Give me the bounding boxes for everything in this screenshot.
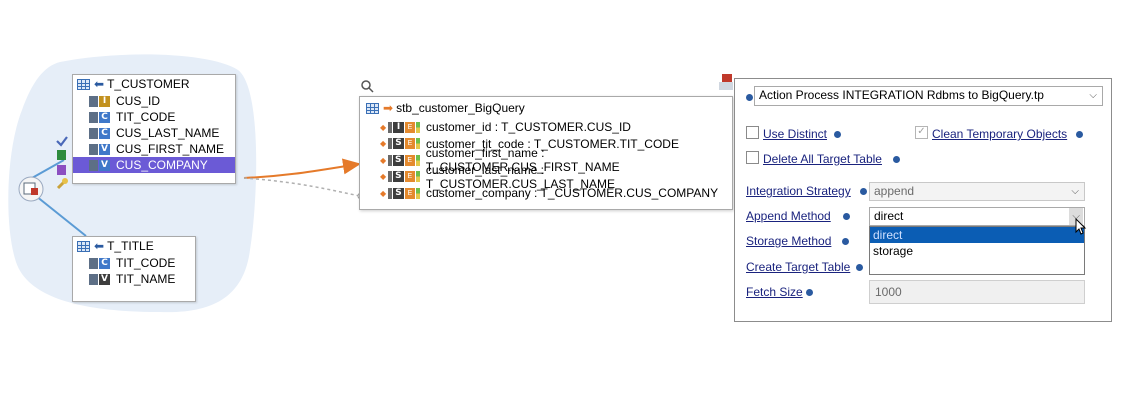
column-name: TIT_CODE <box>116 256 176 270</box>
dropdown-option-direct[interactable]: direct <box>870 227 1084 243</box>
mapped-marker-icon: ◆ <box>380 122 387 132</box>
delete-all-checkbox[interactable] <box>746 151 759 164</box>
search-icon <box>361 80 371 90</box>
info-icon <box>856 264 863 271</box>
target-column-icons: IE <box>388 121 420 133</box>
info-icon <box>843 213 850 220</box>
column-row[interactable]: I CUS_ID <box>73 93 235 109</box>
create-target-label[interactable]: Create Target Table <box>746 260 850 274</box>
fetch-size-input[interactable]: 1000 <box>869 280 1085 304</box>
source-table-title[interactable]: ⬅ T_TITLE C TIT_CODE V TIT_NAME <box>72 236 196 302</box>
table-icon <box>366 102 379 114</box>
table-icon <box>77 240 90 252</box>
dotted-link <box>243 177 361 197</box>
target-column-icons: SE <box>388 138 420 150</box>
target-column-row[interactable]: ◆ I E customer_id : T_CUSTOMER.CUS_ID <box>360 119 732 136</box>
column-type-icon: V <box>89 159 110 171</box>
info-icon <box>746 94 753 101</box>
column-name: TIT_CODE <box>116 110 176 124</box>
info-icon <box>1076 131 1083 138</box>
table-header: ⬅ T_CUSTOMER <box>73 75 235 93</box>
use-distinct-label[interactable]: Use Distinct <box>763 127 827 141</box>
info-icon <box>842 238 849 245</box>
target-column-row[interactable]: ◆ S Ecustomer_last_name : T_CUSTOMER.CUS_L… <box>360 163 732 191</box>
column-name: CUS_ID <box>116 94 161 108</box>
clean-temp-label[interactable]: Clean Temporary Objects <box>932 127 1067 141</box>
process-template-value: Action Process INTEGRATION Rdbms to BigQ… <box>759 88 1044 102</box>
integration-strategy-value: append <box>874 184 915 198</box>
use-distinct-checkbox[interactable] <box>746 126 759 139</box>
integration-icon <box>719 74 733 90</box>
append-method-value: direct <box>874 209 904 223</box>
column-row[interactable]: V CUS_FIRST_NAME <box>73 141 235 157</box>
column-name: CUS_LAST_NAME <box>116 126 220 140</box>
column-type-icon: C <box>89 111 110 123</box>
mapped-marker-icon: ◆ <box>380 155 387 165</box>
integration-strategy-label[interactable]: Integration Strategy <box>746 184 851 198</box>
append-method-select[interactable]: direct ⌵ <box>869 207 1085 226</box>
column-name: CUS_FIRST_NAME <box>116 142 225 156</box>
fetch-size-label[interactable]: Fetch Size <box>746 285 803 299</box>
delete-all-label[interactable]: Delete All Target Table <box>763 152 882 166</box>
target-column-icons: SE <box>387 154 420 166</box>
info-icon <box>893 156 900 163</box>
column-row[interactable]: C TIT_CODE <box>73 255 195 271</box>
column-type-icon: C <box>89 257 110 269</box>
chevron-down-icon: ⌵ <box>1089 90 1097 101</box>
left-arrow-icon: ⬅ <box>94 77 105 91</box>
mapped-marker-icon: ◆ <box>380 139 387 149</box>
column-name: TIT_NAME <box>116 272 176 286</box>
target-column-icons: SE <box>388 187 420 199</box>
table-title: stb_customer_BigQuery <box>396 101 525 115</box>
target-table[interactable]: ➡ stb_customer_BigQuery ◆ I Ecustomer_id :… <box>359 96 733 210</box>
column-name: CUS_COMPANY <box>116 158 208 172</box>
process-template-select[interactable]: Action Process INTEGRATION Rdbms to BigQ… <box>754 86 1103 106</box>
mouse-cursor-icon <box>1075 218 1087 235</box>
column-row[interactable]: V CUS_COMPANY <box>73 157 235 173</box>
mapped-marker-icon: ◆ <box>380 188 387 198</box>
column-type-icon: V <box>89 143 110 155</box>
column-type-icon: I <box>89 95 110 107</box>
table-title: T_TITLE <box>107 239 154 253</box>
filter-icon <box>57 150 66 160</box>
table-header: ⬅ T_TITLE <box>73 237 195 255</box>
mapped-marker-icon: ◆ <box>380 172 387 182</box>
table-icon <box>77 78 90 90</box>
target-column-mapping: customer_id : T_CUSTOMER.CUS_ID <box>426 120 631 135</box>
clean-temp-checkbox[interactable]: ✓ <box>915 126 928 139</box>
target-column-row[interactable]: ◆ S E customer_company : T_CUSTOMER.CUS_COM… <box>360 185 732 202</box>
left-arrow-icon: ⬅ <box>94 239 105 253</box>
table-title: T_CUSTOMER <box>107 77 190 91</box>
target-column-mapping: customer_company : T_CUSTOMER.CUS_COMPAN… <box>426 186 719 201</box>
dropdown-option-storage[interactable]: storage <box>870 243 1084 259</box>
append-method-label[interactable]: Append Method <box>746 209 831 223</box>
right-arrow-icon: ➡ <box>383 101 394 115</box>
target-column-icons: SE <box>387 171 420 183</box>
column-type-icon: C <box>89 127 110 139</box>
column-row[interactable]: C CUS_LAST_NAME <box>73 125 235 141</box>
source-table-customer[interactable]: ⬅ T_CUSTOMER I CUS_ID C TIT_CODE C CUS_LAST_N… <box>72 74 236 184</box>
text-icon <box>57 165 66 175</box>
info-icon <box>860 188 867 195</box>
info-icon <box>806 289 813 296</box>
join-node <box>18 176 44 202</box>
storage-method-label[interactable]: Storage Method <box>746 234 831 248</box>
column-row[interactable]: V TIT_NAME <box>73 271 195 287</box>
column-row[interactable]: C TIT_CODE <box>73 109 235 125</box>
mapping-arrow <box>243 158 361 179</box>
integration-strategy-select[interactable]: append ⌵ <box>869 182 1085 201</box>
info-icon <box>834 131 841 138</box>
table-header: ➡ stb_customer_BigQuery <box>360 97 732 119</box>
append-method-dropdown[interactable]: direct storage <box>869 226 1085 275</box>
column-type-icon: V <box>89 273 110 285</box>
chevron-down-icon: ⌵ <box>1071 186 1079 197</box>
